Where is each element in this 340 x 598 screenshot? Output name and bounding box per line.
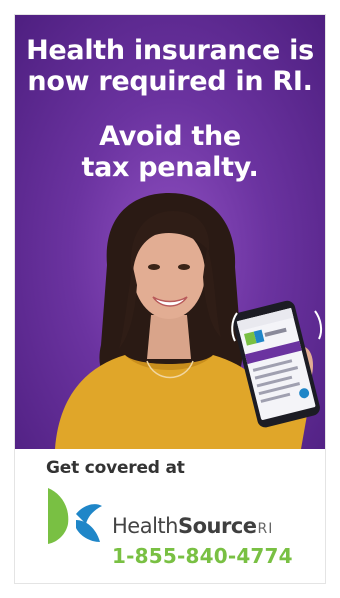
- hero-banner: Health insurance is now required in RI. …: [15, 15, 325, 449]
- headline-line-2: now required in RI.: [27, 66, 313, 97]
- headline-line-1: Health insurance is: [26, 35, 314, 66]
- cta-text: Get covered at: [46, 458, 185, 478]
- subheadline-line-1: Avoid the: [99, 121, 241, 152]
- phone-number-link[interactable]: 1-855-840-4774: [112, 544, 293, 568]
- brand-source: Source: [177, 514, 257, 538]
- subheadline: Avoid the tax penalty.: [15, 121, 325, 183]
- healthsource-logo-icon: [48, 488, 102, 544]
- subheadline-line-2: tax penalty.: [81, 152, 259, 183]
- brand-health: Health: [112, 514, 178, 538]
- brand-ri: RI: [257, 521, 274, 537]
- healthsource-ri-wordmark: HealthSourceRI: [112, 514, 273, 538]
- headline: Health insurance is now required in RI.: [15, 35, 325, 97]
